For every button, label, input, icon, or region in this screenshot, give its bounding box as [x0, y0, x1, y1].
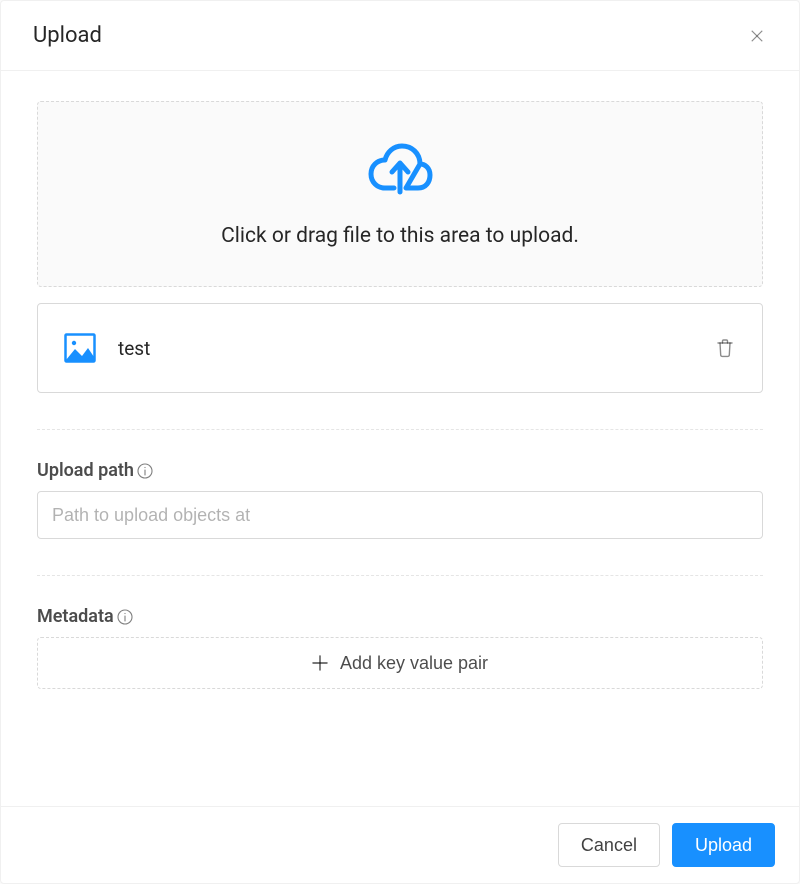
upload-path-label: Upload path [37, 460, 763, 481]
upload-button-label: Upload [695, 835, 752, 856]
upload-path-input[interactable] [37, 491, 763, 539]
add-key-value-button[interactable]: Add key value pair [37, 637, 763, 689]
modal-footer: Cancel Upload [1, 806, 799, 883]
close-icon [748, 27, 766, 45]
upload-button[interactable]: Upload [672, 823, 775, 867]
section-divider [37, 575, 763, 576]
file-list-item: test [37, 303, 763, 393]
trash-icon [716, 338, 734, 358]
section-divider [37, 429, 763, 430]
image-file-icon [64, 332, 96, 364]
upload-path-label-text: Upload path [37, 460, 134, 481]
upload-modal: Upload Click or drag file to this area t… [0, 0, 800, 884]
delete-file-button[interactable] [714, 337, 736, 359]
close-button[interactable] [745, 24, 769, 48]
file-dropzone[interactable]: Click or drag file to this area to uploa… [37, 101, 763, 287]
modal-title: Upload [33, 23, 102, 48]
file-name: test [118, 337, 692, 360]
cancel-button-label: Cancel [581, 835, 637, 856]
info-icon[interactable] [136, 462, 154, 480]
plus-icon [312, 655, 328, 671]
cancel-button[interactable]: Cancel [558, 823, 660, 867]
dropzone-text: Click or drag file to this area to uploa… [58, 224, 742, 248]
cloud-upload-icon [364, 138, 436, 196]
modal-header: Upload [1, 1, 799, 71]
metadata-label-text: Metadata [37, 606, 114, 627]
modal-body: Click or drag file to this area to uploa… [1, 71, 799, 806]
add-key-value-label: Add key value pair [340, 653, 488, 674]
info-icon[interactable] [116, 608, 134, 626]
metadata-label: Metadata [37, 606, 763, 627]
